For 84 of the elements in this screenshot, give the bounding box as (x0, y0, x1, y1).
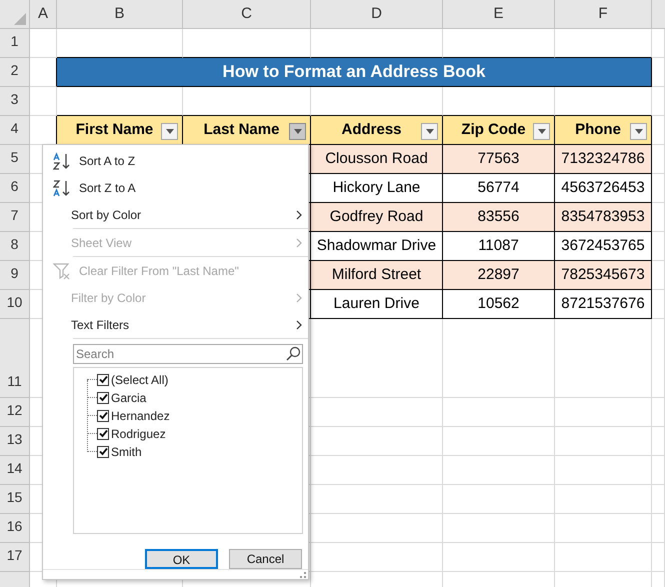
table-cell: 11087 (443, 232, 555, 261)
row-header[interactable]: 7 (0, 203, 30, 232)
table-header-cell: Address (311, 116, 443, 145)
row-header[interactable]: 4 (0, 116, 30, 145)
chevron-right-icon (296, 320, 302, 330)
table-cell: 10562 (443, 290, 555, 319)
table-cell: 83556 (443, 203, 555, 232)
ok-button[interactable]: OK (145, 549, 218, 570)
filter-dropdown-button[interactable] (533, 123, 550, 140)
menu-item[interactable]: Sort by Color (53, 201, 308, 228)
column-header[interactable]: F (555, 0, 652, 29)
row-header[interactable]: 8 (0, 232, 30, 261)
table-cell: Clousson Road (311, 145, 443, 174)
sheet-title: How to Format an Address Book (57, 58, 652, 87)
value-label[interactable]: Hernandez (111, 406, 170, 425)
table-header-cell: Zip Code (443, 116, 555, 145)
table-cell: Shadowmar Drive (311, 232, 443, 261)
column-header[interactable]: A (30, 0, 57, 29)
row-header[interactable]: 2 (0, 58, 30, 87)
filter-dropdown-button[interactable] (161, 123, 178, 140)
row-header[interactable]: 10 (0, 290, 30, 319)
checkbox[interactable] (97, 410, 109, 422)
column-header[interactable]: C (183, 0, 311, 29)
value-label[interactable]: Smith (111, 442, 142, 461)
filter-dropdown-button[interactable] (289, 123, 306, 140)
menu-item[interactable]: Text Filters (53, 311, 308, 338)
table-cell: Lauren Drive (311, 290, 443, 319)
row-header[interactable]: 12 (0, 398, 30, 427)
chevron-right-icon (296, 210, 302, 220)
table-cell: 4563726453 (555, 174, 652, 203)
checkbox[interactable] (97, 446, 109, 458)
search-icon (286, 346, 301, 361)
value-label[interactable]: Garcia (111, 388, 146, 407)
table-cell: 22897 (443, 261, 555, 290)
clear-filter-icon (53, 262, 71, 280)
caret-down-icon (538, 129, 546, 134)
row-header[interactable]: 5 (0, 145, 30, 174)
value-label[interactable]: Rodriguez (111, 424, 166, 443)
chevron-right-icon (296, 292, 302, 302)
table-cell: 77563 (443, 145, 555, 174)
menu-item[interactable]: Sort A to Z (53, 147, 308, 174)
table-cell: Godfrey Road (311, 203, 443, 232)
table-cell: 56774 (443, 174, 555, 203)
chevron-right-icon (296, 238, 302, 248)
column-header[interactable]: B (57, 0, 183, 29)
table-cell: Hickory Lane (311, 174, 443, 203)
row-header[interactable]: 15 (0, 485, 30, 514)
table-cell: 8354783953 (555, 203, 652, 232)
filter-dropdown-button[interactable] (630, 123, 647, 140)
row-header[interactable]: 14 (0, 456, 30, 485)
table-header-cell: Phone (555, 116, 652, 145)
table-cell: 7132324786 (555, 145, 652, 174)
sort-ascending-icon (53, 152, 71, 170)
search-field[interactable]: Search (73, 344, 303, 364)
caret-down-icon (634, 129, 642, 134)
caret-down-icon (426, 129, 434, 134)
value-label[interactable]: (Select All) (111, 370, 168, 389)
checkbox[interactable] (97, 392, 109, 404)
row-header[interactable]: 6 (0, 174, 30, 203)
checkbox[interactable] (97, 374, 109, 386)
table-cell: Milford Street (311, 261, 443, 290)
cancel-button[interactable]: Cancel (229, 549, 302, 570)
row-header[interactable]: 17 (0, 543, 30, 572)
menu-item[interactable]: Sort Z to A (53, 174, 308, 201)
sort-descending-icon (53, 178, 71, 196)
row-header[interactable]: 1 (0, 29, 30, 58)
row-header[interactable]: 9 (0, 261, 30, 290)
filter-dropdown-button[interactable] (421, 123, 438, 140)
table-cell: 8721537676 (555, 290, 652, 319)
column-header[interactable]: D (311, 0, 443, 29)
caret-down-icon (166, 129, 174, 134)
table-header-cell: First Name (57, 116, 183, 145)
row-header[interactable]: 16 (0, 514, 30, 543)
row-header[interactable]: 13 (0, 427, 30, 456)
caret-down-icon (294, 129, 302, 134)
column-header[interactable]: E (443, 0, 555, 29)
checkbox[interactable] (97, 428, 109, 440)
table-cell: 7825345673 (555, 261, 652, 290)
table-cell: 3672453765 (555, 232, 652, 261)
table-header-cell: Last Name (183, 116, 311, 145)
row-header[interactable]: 3 (0, 87, 30, 116)
row-header[interactable]: 11 (0, 319, 30, 398)
triangle-icon (14, 13, 26, 25)
resize-grip-icon[interactable] (300, 572, 306, 578)
